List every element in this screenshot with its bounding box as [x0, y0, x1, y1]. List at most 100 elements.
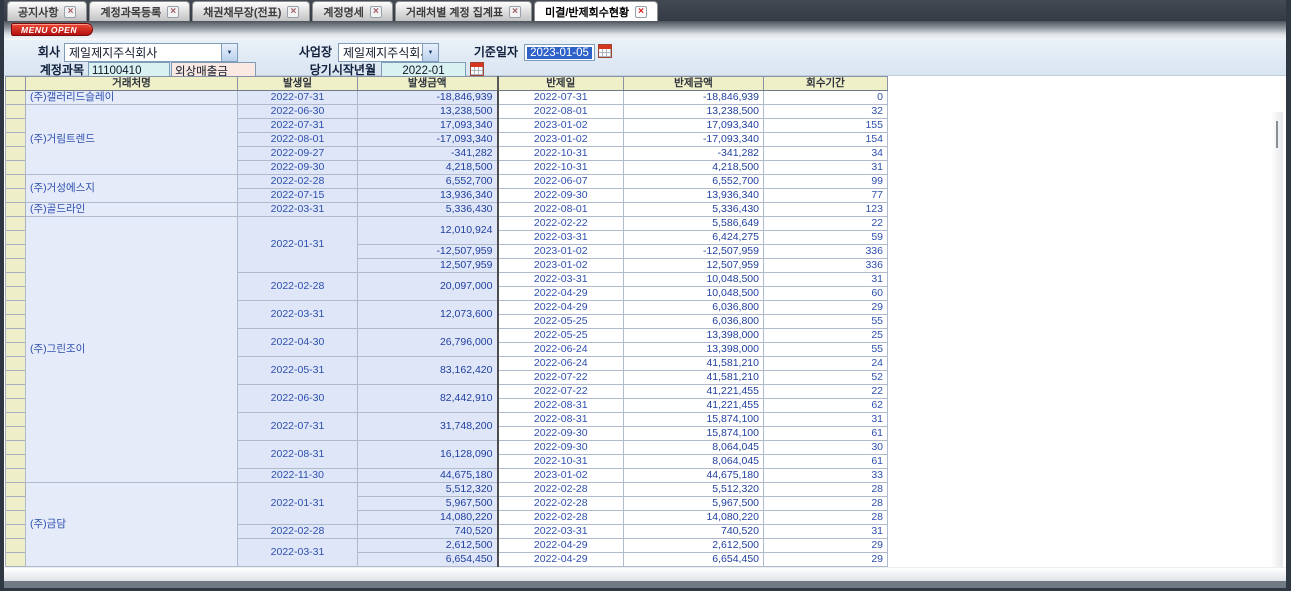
occurrence-date-cell[interactable]: 2022-06-30	[238, 105, 358, 119]
row-indicator-cell[interactable]	[6, 441, 26, 455]
row-indicator-cell[interactable]	[6, 105, 26, 119]
collection-period-cell[interactable]: 22	[764, 385, 888, 399]
collection-period-cell[interactable]: 33	[764, 469, 888, 483]
repayment-date-cell[interactable]: 2022-09-30	[498, 441, 624, 455]
occurrence-date-cell[interactable]: 2022-03-31	[238, 539, 358, 567]
tab-item[interactable]: 거래처별 계정 집계표×	[395, 1, 532, 21]
occurrence-date-cell[interactable]: 2022-04-30	[238, 329, 358, 357]
collection-period-cell[interactable]: 28	[764, 497, 888, 511]
collection-period-cell[interactable]: 59	[764, 231, 888, 245]
occurrence-amount-cell[interactable]: 20,097,000	[358, 273, 498, 301]
repayment-amount-cell[interactable]: 6,654,450	[624, 553, 764, 567]
repayment-amount-cell[interactable]: -17,093,340	[624, 133, 764, 147]
horizontal-scrollbar[interactable]	[4, 567, 1286, 581]
occurrence-amount-cell[interactable]: 12,010,924	[358, 217, 498, 245]
tab-close-icon[interactable]: ×	[287, 6, 299, 18]
row-indicator-cell[interactable]	[6, 511, 26, 525]
repayment-date-cell[interactable]: 2022-04-29	[498, 539, 624, 553]
row-indicator-cell[interactable]	[6, 91, 26, 105]
collection-period-cell[interactable]: 99	[764, 175, 888, 189]
row-indicator-cell[interactable]	[6, 371, 26, 385]
tab-close-icon[interactable]: ×	[509, 6, 521, 18]
occurrence-date-cell[interactable]: 2022-01-31	[238, 217, 358, 273]
row-indicator-cell[interactable]	[6, 413, 26, 427]
repayment-date-cell[interactable]: 2022-07-22	[498, 385, 624, 399]
row-indicator-cell[interactable]	[6, 119, 26, 133]
repayment-date-cell[interactable]: 2022-02-28	[498, 511, 624, 525]
row-indicator-cell[interactable]	[6, 259, 26, 273]
collection-period-cell[interactable]: 29	[764, 553, 888, 567]
collection-period-cell[interactable]: 29	[764, 539, 888, 553]
repayment-amount-cell[interactable]: -341,282	[624, 147, 764, 161]
repayment-date-cell[interactable]: 2023-01-02	[498, 259, 624, 273]
repayment-date-cell[interactable]: 2022-04-29	[498, 301, 624, 315]
repayment-date-cell[interactable]: 2022-06-24	[498, 343, 624, 357]
row-indicator-cell[interactable]	[6, 217, 26, 231]
repayment-date-cell[interactable]: 2022-07-22	[498, 371, 624, 385]
tab-item[interactable]: 계정과목등록×	[89, 1, 190, 21]
repayment-amount-cell[interactable]: 6,424,275	[624, 231, 764, 245]
collection-period-cell[interactable]: 28	[764, 511, 888, 525]
occurrence-date-cell[interactable]: 2022-06-30	[238, 385, 358, 413]
row-indicator-cell[interactable]	[6, 161, 26, 175]
collection-period-cell[interactable]: 32	[764, 105, 888, 119]
repayment-date-cell[interactable]: 2022-03-31	[498, 273, 624, 287]
tab-item[interactable]: 계정명세×	[312, 1, 392, 21]
collection-period-cell[interactable]: 77	[764, 189, 888, 203]
tab-close-icon[interactable]: ×	[635, 6, 647, 18]
row-indicator-cell[interactable]	[6, 273, 26, 287]
row-indicator-cell[interactable]	[6, 539, 26, 553]
collection-period-cell[interactable]: 30	[764, 441, 888, 455]
repayment-date-cell[interactable]: 2022-07-31	[498, 91, 624, 105]
row-indicator-cell[interactable]	[6, 399, 26, 413]
row-indicator-cell[interactable]	[6, 147, 26, 161]
repayment-date-cell[interactable]: 2022-09-30	[498, 189, 624, 203]
occurrence-date-cell[interactable]: 2022-09-30	[238, 161, 358, 175]
row-indicator-cell[interactable]	[6, 301, 26, 315]
table-row[interactable]: (주)골드라인2022-03-315,336,4302022-08-015,33…	[6, 203, 888, 217]
repayment-amount-cell[interactable]: -18,846,939	[624, 91, 764, 105]
occurrence-amount-cell[interactable]: 6,654,450	[358, 553, 498, 567]
occurrence-amount-cell[interactable]: 5,512,320	[358, 483, 498, 497]
occurrence-amount-cell[interactable]: 82,442,910	[358, 385, 498, 413]
repayment-amount-cell[interactable]: 10,048,500	[624, 273, 764, 287]
row-indicator-cell[interactable]	[6, 497, 26, 511]
collection-period-cell[interactable]: 34	[764, 147, 888, 161]
repayment-date-cell[interactable]: 2023-01-02	[498, 469, 624, 483]
collection-period-cell[interactable]: 154	[764, 133, 888, 147]
repayment-date-cell[interactable]: 2022-06-24	[498, 357, 624, 371]
chevron-down-icon[interactable]: ▼	[221, 44, 237, 61]
table-row[interactable]: (주)거성에스지2022-02-286,552,7002022-06-076,5…	[6, 175, 888, 189]
tab-item[interactable]: 미결/반제회수현황×	[534, 1, 658, 21]
occurrence-amount-cell[interactable]: 16,128,090	[358, 441, 498, 469]
repayment-date-cell[interactable]: 2022-10-31	[498, 455, 624, 469]
occurrence-date-cell[interactable]: 2022-03-31	[238, 203, 358, 217]
collection-period-cell[interactable]: 60	[764, 287, 888, 301]
occurrence-date-cell[interactable]: 2022-05-31	[238, 357, 358, 385]
customer-name-cell[interactable]: (주)골드라인	[26, 203, 238, 217]
collection-period-cell[interactable]: 61	[764, 427, 888, 441]
collection-period-cell[interactable]: 24	[764, 357, 888, 371]
occurrence-amount-cell[interactable]: 13,238,500	[358, 105, 498, 119]
occurrence-amount-cell[interactable]: 12,073,600	[358, 301, 498, 329]
occurrence-amount-cell[interactable]: 14,080,220	[358, 511, 498, 525]
row-indicator-cell[interactable]	[6, 245, 26, 259]
chevron-down-icon[interactable]: ▼	[422, 44, 438, 61]
repayment-amount-cell[interactable]: 13,238,500	[624, 105, 764, 119]
repayment-date-cell[interactable]: 2022-10-31	[498, 147, 624, 161]
repayment-amount-cell[interactable]: 12,507,959	[624, 259, 764, 273]
occurrence-amount-cell[interactable]: -341,282	[358, 147, 498, 161]
occurrence-amount-cell[interactable]: 5,967,500	[358, 497, 498, 511]
tab-close-icon[interactable]: ×	[64, 6, 76, 18]
repayment-date-cell[interactable]: 2022-02-28	[498, 483, 624, 497]
repayment-date-cell[interactable]: 2022-08-01	[498, 105, 624, 119]
collection-period-cell[interactable]: 61	[764, 455, 888, 469]
collection-period-cell[interactable]: 22	[764, 217, 888, 231]
repayment-date-cell[interactable]: 2023-01-02	[498, 133, 624, 147]
occurrence-date-cell[interactable]: 2022-01-31	[238, 483, 358, 525]
occurrence-amount-cell[interactable]: 13,936,340	[358, 189, 498, 203]
occurrence-amount-cell[interactable]: 83,162,420	[358, 357, 498, 385]
collection-period-cell[interactable]: 31	[764, 273, 888, 287]
collection-period-cell[interactable]: 62	[764, 399, 888, 413]
occurrence-amount-cell[interactable]: 6,552,700	[358, 175, 498, 189]
